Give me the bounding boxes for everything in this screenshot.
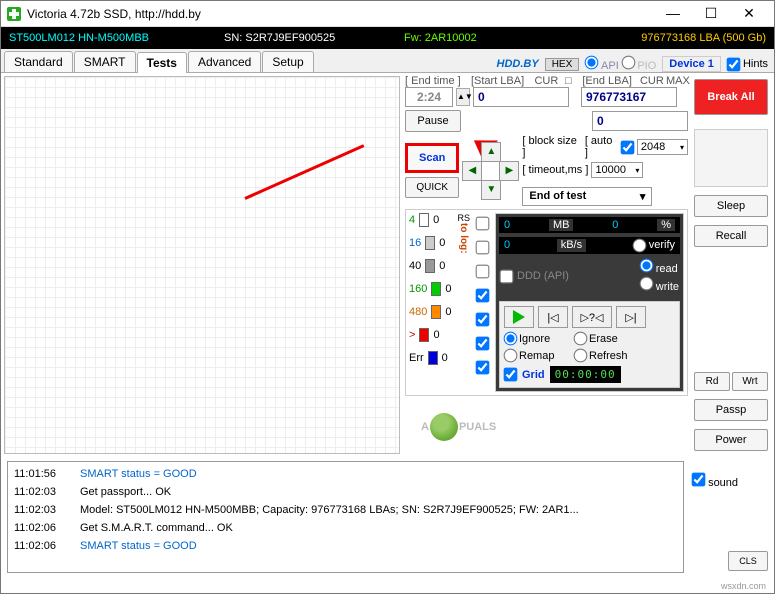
log-chk-1[interactable] bbox=[476, 217, 490, 231]
log-chk-4[interactable] bbox=[476, 289, 490, 303]
sound-check[interactable]: sound bbox=[692, 473, 738, 489]
grid-check[interactable] bbox=[504, 368, 518, 382]
dpad-down[interactable]: ▼ bbox=[481, 180, 501, 200]
write-radio[interactable] bbox=[639, 277, 653, 291]
refresh-radio[interactable]: Refresh bbox=[574, 349, 640, 362]
window-buttons: — ☐ ✕ bbox=[660, 5, 768, 23]
annotation-arrow bbox=[245, 197, 375, 200]
play-icon bbox=[513, 310, 525, 324]
ddd-check[interactable] bbox=[500, 269, 514, 283]
end-button[interactable]: ▷| bbox=[616, 306, 646, 328]
device-select[interactable]: Device 1 bbox=[662, 56, 721, 72]
log-row: 11:02:03Get passport... OK bbox=[14, 483, 677, 501]
ignore-radio[interactable]: Ignore bbox=[504, 332, 570, 345]
pause-button[interactable]: Pause bbox=[405, 110, 461, 132]
log-chk-5[interactable] bbox=[476, 313, 490, 327]
log-chk-2[interactable] bbox=[476, 241, 490, 255]
scan-button[interactable]: Scan bbox=[405, 143, 459, 173]
titlebar: Victoria 4.72b SSD, http://hdd.by — ☐ ✕ bbox=[1, 1, 774, 27]
timeout-select[interactable]: 10000▾ bbox=[591, 162, 643, 178]
log-chk-7[interactable] bbox=[476, 361, 490, 375]
passp-button[interactable]: Passp bbox=[694, 399, 768, 421]
tab-standard[interactable]: Standard bbox=[4, 51, 73, 72]
tab-row: Standard SMART Tests Advanced Setup HDD.… bbox=[1, 49, 774, 73]
app-icon bbox=[7, 7, 21, 21]
device-sn: SN: S2R7J9EF900525 bbox=[224, 32, 404, 44]
hints-check[interactable]: Hints bbox=[727, 58, 768, 71]
grid-label: Grid bbox=[522, 369, 545, 381]
tab-tests[interactable]: Tests bbox=[137, 52, 187, 73]
mini-scroll[interactable] bbox=[694, 129, 768, 187]
end-lba-input[interactable]: 976773167 bbox=[581, 87, 677, 107]
device-lba: 976773168 LBA (500 Gb) bbox=[574, 32, 766, 44]
content-area: [ End time ] [Start LBA] CUR □ [End LBA]… bbox=[1, 73, 774, 457]
footer-credit: wsxdn.com bbox=[721, 581, 766, 591]
power-button[interactable]: Power bbox=[694, 429, 768, 451]
endtime-field: 2:24 bbox=[405, 87, 453, 107]
window-title: Victoria 4.72b SSD, http://hdd.by bbox=[27, 7, 660, 21]
log-chk-3[interactable] bbox=[476, 265, 490, 279]
tab-smart[interactable]: SMART bbox=[74, 51, 136, 72]
hex-toggle[interactable]: HEX bbox=[545, 58, 580, 71]
log-row: 11:01:56SMART status = GOOD bbox=[14, 465, 677, 483]
cls-button[interactable]: CLS bbox=[728, 551, 768, 571]
jump-input[interactable]: 0 bbox=[592, 111, 688, 131]
device-model: ST500LM012 HN-M500MBB bbox=[9, 32, 224, 44]
dpad-right[interactable]: ▶ bbox=[499, 161, 519, 181]
log-row: 11:02:03Model: ST500LM012 HN-M500MBB; Ca… bbox=[14, 501, 677, 519]
hddby-link[interactable]: HDD.BY bbox=[497, 58, 539, 70]
log-row: 11:02:06Get S.M.A.R.T. command... OK bbox=[14, 519, 677, 537]
time-counter: 00:00:00 bbox=[550, 366, 621, 383]
tab-advanced[interactable]: Advanced bbox=[188, 51, 261, 72]
read-radio[interactable] bbox=[639, 259, 653, 273]
quick-button[interactable]: QUICK bbox=[405, 177, 459, 198]
erase-radio[interactable]: Erase bbox=[574, 332, 640, 345]
break-all-button[interactable]: Break All bbox=[694, 79, 768, 115]
random-button[interactable]: ▷?◁ bbox=[572, 306, 612, 328]
remap-radio[interactable]: Remap bbox=[504, 349, 570, 362]
dpad: ▲ ▼ ◀ ▶ bbox=[462, 142, 519, 200]
blocksize-select[interactable]: 2048▾ bbox=[637, 139, 688, 155]
dpad-up[interactable]: ▲ bbox=[481, 142, 501, 162]
play-button[interactable] bbox=[504, 306, 534, 328]
rd-button[interactable]: Rd bbox=[694, 372, 730, 391]
tab-setup[interactable]: Setup bbox=[262, 51, 313, 72]
verify-radio[interactable] bbox=[632, 239, 646, 253]
endtest-select[interactable]: End of test▾ bbox=[522, 187, 652, 206]
dpad-left[interactable]: ◀ bbox=[462, 161, 482, 181]
device-fw: Fw: 2AR10002 bbox=[404, 32, 574, 44]
recall-button[interactable]: Recall bbox=[694, 225, 768, 247]
maximize-button[interactable]: ☐ bbox=[698, 5, 724, 23]
minimize-button[interactable]: — bbox=[660, 5, 686, 23]
surface-grid bbox=[4, 76, 400, 454]
device-status-bar: ST500LM012 HN-M500MBB SN: S2R7J9EF900525… bbox=[1, 27, 774, 49]
log-area[interactable]: 11:01:56SMART status = GOOD 11:02:03Get … bbox=[7, 461, 684, 573]
log-row: 11:02:06SMART status = GOOD bbox=[14, 537, 677, 555]
api-pio[interactable]: API PIO bbox=[585, 56, 656, 72]
rewind-button[interactable]: |◁ bbox=[538, 306, 568, 328]
right-panel: Break All Sleep Recall RdWrt Passp Power bbox=[690, 73, 772, 457]
controls-panel: [ End time ] [Start LBA] CUR □ [End LBA]… bbox=[403, 73, 690, 457]
latency-section: 40 160 400 1600 4800 >0 Err0 RS to log: bbox=[405, 209, 688, 396]
auto-check[interactable] bbox=[621, 140, 635, 154]
start-lba-input[interactable]: 0 bbox=[473, 87, 569, 107]
log-chk-6[interactable] bbox=[476, 337, 490, 351]
sleep-button[interactable]: Sleep bbox=[694, 195, 768, 217]
close-button[interactable]: ✕ bbox=[736, 5, 762, 23]
endtime-spin[interactable]: ▲▼ bbox=[456, 88, 470, 106]
lba-headers: [ End time ] [Start LBA] CUR □ [End LBA]… bbox=[405, 75, 688, 87]
right-bottom: sound CLS bbox=[692, 473, 768, 571]
wrt-button[interactable]: Wrt bbox=[732, 372, 768, 391]
